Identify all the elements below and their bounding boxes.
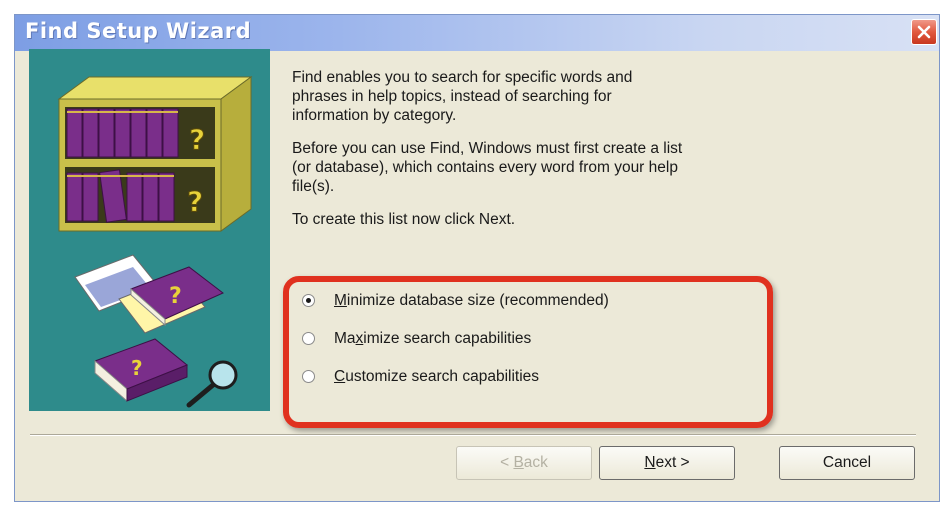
bookshelf-icon: ? ? ? ?: [57, 76, 253, 408]
option-maximize-search[interactable]: Maximize search capabilities: [302, 330, 762, 368]
option-label: Customize search capabilities: [334, 368, 540, 385]
radio-minimize[interactable]: [302, 294, 315, 307]
window-title: Find Setup Wizard: [25, 19, 252, 43]
radio-maximize[interactable]: [302, 332, 315, 345]
option-minimize-database[interactable]: Minimize database size (recommended): [302, 292, 762, 330]
intro-paragraph-3: To create this list now click Next.: [292, 211, 516, 228]
divider: [30, 434, 916, 436]
svg-text:?: ?: [189, 123, 205, 156]
magnifier-icon: [186, 360, 238, 408]
intro-text: Find enables you to search for specific …: [292, 68, 852, 243]
svg-text:?: ?: [169, 284, 182, 309]
back-button[interactable]: < Back: [456, 446, 592, 480]
database-options: Minimize database size (recommended) Max…: [302, 292, 762, 406]
option-label: Minimize database size (recommended): [334, 292, 609, 309]
close-icon: [917, 25, 931, 39]
intro-paragraph-1: Find enables you to search for specific …: [292, 69, 633, 124]
close-button[interactable]: [911, 19, 937, 45]
cancel-button[interactable]: Cancel: [779, 446, 915, 480]
svg-text:?: ?: [131, 356, 143, 380]
wizard-illustration: ? ? ? ?: [29, 49, 270, 411]
next-button[interactable]: Next >: [599, 446, 735, 480]
radio-customize[interactable]: [302, 370, 315, 383]
svg-text:?: ?: [187, 185, 203, 218]
option-label: Maximize search capabilities: [334, 330, 532, 347]
option-customize-search[interactable]: Customize search capabilities: [302, 368, 762, 406]
intro-paragraph-2: Before you can use Find, Windows must fi…: [292, 140, 683, 195]
title-bar: Find Setup Wizard: [15, 15, 939, 51]
book-question-icon: ? ?: [74, 254, 224, 403]
